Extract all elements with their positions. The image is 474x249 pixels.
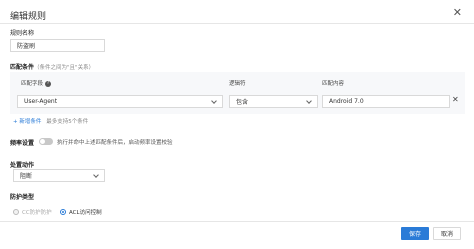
protect-label: 防护类型 — [10, 194, 35, 201]
footer-divider — [0, 221, 474, 222]
rule-name-label: 规则名称 — [10, 30, 35, 37]
remove-condition-icon[interactable]: ✕ — [452, 95, 459, 104]
logic-value: 包含 — [236, 99, 249, 106]
add-condition-link[interactable]: + 新增条件 — [13, 119, 41, 125]
frequency-label: 频率设置 — [10, 140, 35, 147]
match-field-select[interactable]: User-Agent — [17, 95, 223, 108]
match-content-input[interactable]: Android 7.0 — [322, 95, 450, 108]
match-conditions-label: 匹配条件（条件之间为"且"关系） — [10, 62, 94, 71]
match-field-header: 匹配字段? — [21, 79, 52, 87]
logic-header: 逻辑符 — [229, 81, 246, 87]
chevron-down-icon — [306, 97, 312, 104]
logic-select[interactable]: 包含 — [229, 95, 318, 108]
rule-name-input[interactable]: 防盗刷 — [10, 39, 105, 52]
header-divider — [0, 23, 474, 24]
content-header: 匹配内容 — [322, 81, 345, 87]
match-field-value: User-Agent — [24, 98, 58, 105]
dialog-title: 编辑规则 — [10, 12, 47, 22]
save-button[interactable]: 保存 — [401, 227, 429, 240]
match-label-text: 匹配条件 — [10, 64, 35, 71]
cancel-button[interactable]: 取消 — [433, 227, 461, 240]
protect-option-acl-label: ACL访问控制 — [69, 210, 102, 216]
close-icon[interactable]: ✕ — [453, 6, 462, 19]
frequency-toggle[interactable] — [39, 138, 53, 145]
frequency-desc: 执行并命中上述匹配条件后，启动频率设置校验 — [57, 140, 173, 146]
chevron-down-icon — [211, 97, 217, 104]
protect-option-cc[interactable]: CC防护防护 — [13, 208, 52, 216]
chevron-down-icon — [93, 171, 99, 178]
add-condition-row: + 新增条件 最多支持5个条件 — [13, 117, 88, 125]
toggle-knob — [40, 139, 45, 144]
radio-acl[interactable] — [60, 209, 66, 215]
action-value: 阻断 — [20, 173, 33, 180]
match-field-header-text: 匹配字段 — [21, 81, 44, 87]
action-select[interactable]: 阻断 — [13, 169, 105, 182]
protect-option-acl[interactable]: ACL访问控制 — [60, 208, 102, 216]
add-condition-hint: 最多支持5个条件 — [46, 119, 89, 125]
match-content-value: Android 7.0 — [329, 98, 364, 105]
match-hint: （条件之间为"且"关系） — [34, 65, 95, 71]
protect-option-cc-label: CC防护防护 — [22, 210, 52, 216]
rule-name-value: 防盗刷 — [17, 43, 36, 50]
action-label: 处置动作 — [10, 162, 35, 169]
radio-cc[interactable] — [13, 209, 19, 215]
question-icon[interactable]: ? — [45, 80, 52, 87]
